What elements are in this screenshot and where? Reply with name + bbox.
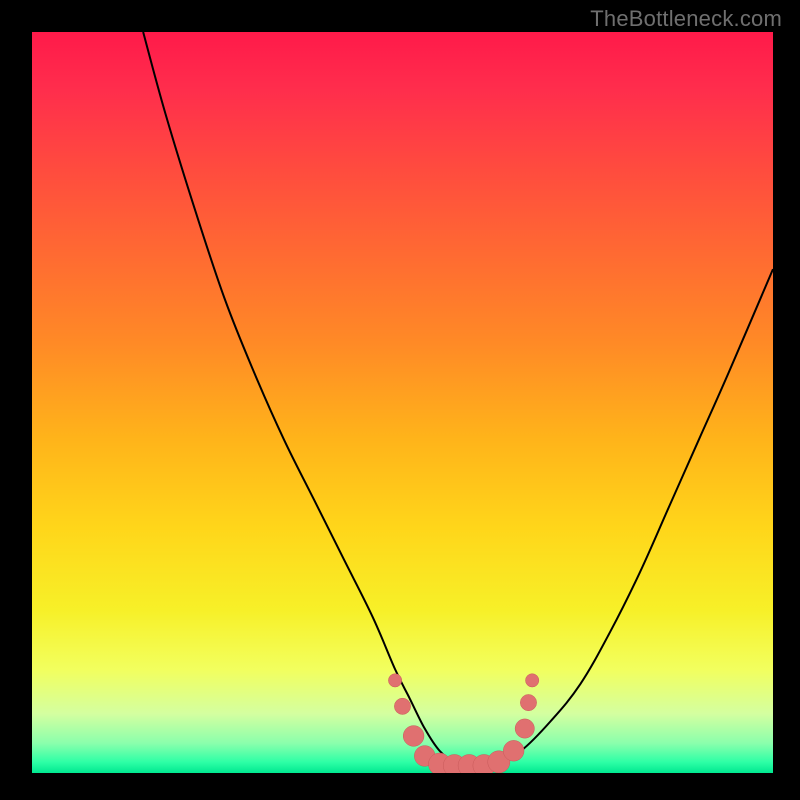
plot-svg: [32, 32, 773, 773]
curve-marker: [520, 694, 536, 710]
gradient-background: [32, 32, 773, 773]
curve-marker: [515, 719, 534, 738]
chart-canvas: TheBottleneck.com: [0, 0, 800, 800]
curve-marker: [403, 726, 424, 747]
plot-area: [32, 32, 773, 773]
curve-marker: [388, 674, 401, 687]
watermark-text: TheBottleneck.com: [590, 6, 782, 32]
curve-marker: [503, 740, 524, 761]
curve-marker: [394, 698, 410, 714]
curve-marker: [526, 674, 539, 687]
